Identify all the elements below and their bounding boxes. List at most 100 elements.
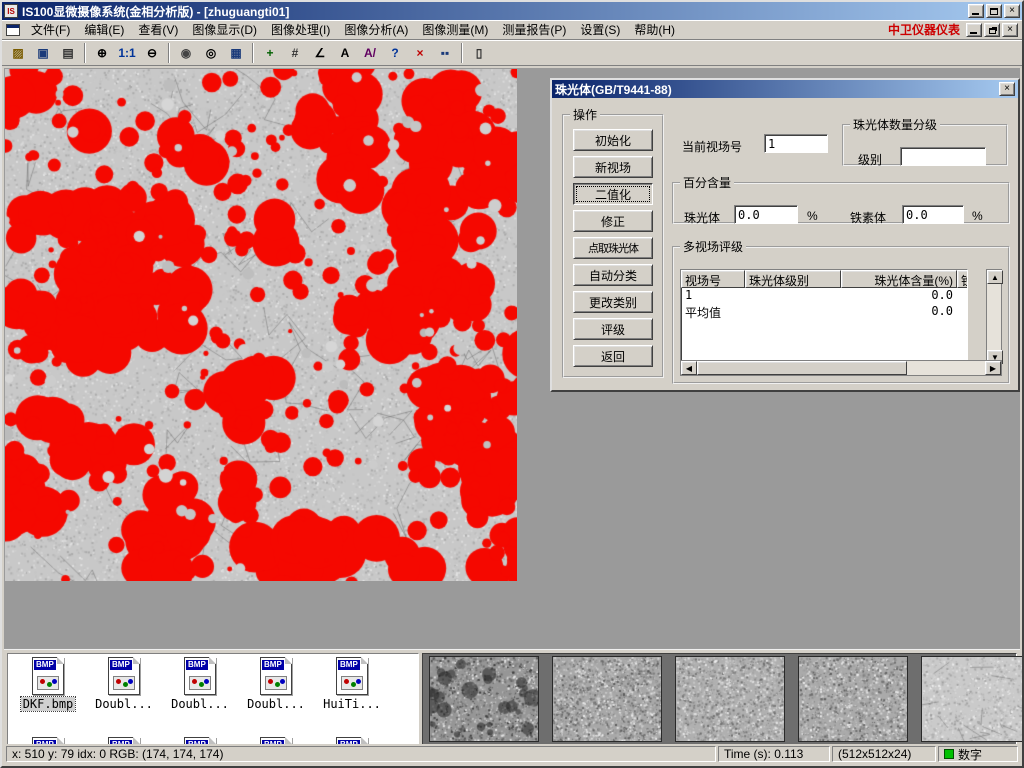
page-fold-icon [209, 657, 216, 664]
child-window-icon[interactable] [6, 24, 20, 36]
op-button[interactable]: 评级 [573, 318, 653, 340]
cut-button[interactable]: × [408, 42, 432, 64]
op-button[interactable]: 修正 [573, 210, 653, 232]
close-icon: × [1009, 6, 1015, 16]
current-field-input[interactable] [764, 134, 828, 153]
title-bar[interactable]: IS IS100显微摄像系统(金相分析版) - [zhuguangti01] × [2, 2, 1022, 20]
mask-button[interactable]: ◉ [174, 42, 198, 64]
thumbnail-art-icon [189, 676, 211, 690]
scrollbar-thumb[interactable] [697, 361, 907, 375]
menu-item[interactable]: 帮助(H) [627, 19, 682, 40]
menu-item[interactable]: 文件(F) [24, 19, 77, 40]
file-item[interactable]: BMP HuiTi... [314, 657, 390, 711]
dialog-title-bar[interactable]: 珠光体(GB/T9441-88) × [552, 80, 1018, 98]
thumbnail[interactable] [921, 656, 1024, 742]
annotate-style-button[interactable]: A/ [358, 42, 382, 64]
close-button[interactable]: × [1004, 4, 1020, 18]
op-button[interactable]: 新视场 [573, 156, 653, 178]
print-button[interactable]: ▤ [56, 42, 80, 64]
table-body: 1 0.0 平均值 0.0 [681, 288, 967, 320]
help-button[interactable]: ? [383, 42, 407, 64]
thumbnail[interactable] [429, 656, 539, 742]
pearlite-label: 珠光体 [684, 209, 720, 226]
rating-table[interactable]: 视场号 珠光体级别 珠光体含量(%) 铁素 1 0.0 平均值 0.0 [680, 269, 968, 365]
page-fold-icon [57, 737, 64, 744]
select-marker-button[interactable]: ▪▪ [433, 42, 457, 64]
save-button[interactable]: ▣ [31, 42, 55, 64]
child-close-button[interactable]: × [1002, 23, 1018, 37]
toolbar-icon: ∠ [315, 47, 326, 59]
metallograph-image[interactable] [5, 69, 517, 581]
cell-field-no: 1 [681, 288, 745, 304]
menu-item[interactable]: 测量报告(P) [495, 19, 573, 40]
column-header-pearlite-percent[interactable]: 珠光体含量(%) [841, 270, 957, 288]
column-header-ferrite[interactable]: 铁素 [957, 270, 968, 288]
cell-pearlite-grade [745, 304, 841, 320]
zoom-out-button[interactable]: ⊖ [140, 42, 164, 64]
column-header-pearlite-grade[interactable]: 珠光体级别 [745, 270, 841, 288]
maximize-button[interactable] [986, 4, 1002, 18]
actual-size-button[interactable]: 1:1 [115, 42, 139, 64]
op-button[interactable]: 自动分类 [573, 264, 653, 286]
close-icon: × [1007, 25, 1013, 35]
table-row[interactable]: 1 0.0 [681, 288, 967, 304]
menu-item[interactable]: 图像分析(A) [337, 19, 415, 40]
menu-item[interactable]: 查看(V) [131, 19, 185, 40]
child-minimize-button[interactable] [966, 23, 982, 37]
scroll-left-button[interactable]: ◀ [681, 361, 697, 375]
grade-group-legend: 珠光体数量分级 [850, 116, 940, 133]
measure-grid-button[interactable]: # [283, 42, 307, 64]
op-button[interactable]: 点取珠光体 [573, 237, 653, 259]
application-window: IS IS100显微摄像系统(金相分析版) - [zhuguangti01] ×… [0, 0, 1024, 768]
open-button[interactable]: ▨ [6, 42, 30, 64]
dialog-close-button[interactable]: × [999, 82, 1015, 96]
file-item[interactable]: BMP Doubl... [162, 657, 238, 711]
table-row[interactable]: 平均值 0.0 [681, 304, 967, 320]
measure-cross-button[interactable]: + [258, 42, 282, 64]
thumbnail[interactable] [552, 656, 662, 742]
pearlite-percent-input[interactable] [734, 205, 798, 224]
op-button[interactable]: 返回 [573, 345, 653, 367]
toolbar-separator [461, 43, 463, 63]
operation-buttons: 初始化新视场二值化修正点取珠光体自动分类更改类别评级返回 [564, 123, 662, 367]
menu-item[interactable]: 图像处理(I) [264, 19, 337, 40]
file-name: DKF.bmp [21, 697, 76, 711]
file-name: Doubl... [245, 697, 307, 711]
file-list[interactable]: BMP DKF.bmp BMP Doubl... BMP Doubl... BM… [7, 653, 419, 745]
annotate-text-button[interactable]: A [333, 42, 357, 64]
capture-button[interactable]: ▦ [224, 42, 248, 64]
op-button[interactable]: 二值化 [573, 183, 653, 205]
ruler-button[interactable]: ▯ [467, 42, 491, 64]
toolbar-icon: ▦ [230, 47, 241, 59]
grade-input[interactable] [900, 147, 986, 166]
menu-item[interactable]: 图像测量(M) [415, 19, 495, 40]
thumbnail[interactable] [798, 656, 908, 742]
right-arrow-icon: ▶ [990, 364, 996, 373]
menu-item[interactable]: 编辑(E) [77, 19, 131, 40]
file-item[interactable]: BMP DKF.bmp [10, 657, 86, 711]
horizontal-scrollbar[interactable]: ◀ ▶ [680, 360, 1002, 376]
op-button[interactable]: 初始化 [573, 129, 653, 151]
minimize-button[interactable] [968, 4, 984, 18]
zoom-in-button[interactable]: ⊕ [90, 42, 114, 64]
child-restore-button[interactable] [984, 23, 1000, 37]
page-fold-icon [57, 657, 64, 664]
dialog-body: 操作 初始化新视场二值化修正点取珠光体自动分类更改类别评级返回 当前视场号 珠光… [552, 98, 1018, 388]
menu-item[interactable]: 设置(S) [573, 19, 627, 40]
image-browser-panel: BMP DKF.bmp BMP Doubl... BMP Doubl... BM… [4, 648, 1020, 748]
file-item[interactable]: BMP Doubl... [238, 657, 314, 711]
vertical-scrollbar[interactable]: ▲ ▼ [986, 269, 1002, 365]
op-button[interactable]: 更改类别 [573, 291, 653, 313]
column-header-field-no[interactable]: 视场号 [681, 270, 745, 288]
camera-button[interactable]: ◎ [199, 42, 223, 64]
toolbar-icon: ▤ [62, 47, 73, 59]
scroll-right-button[interactable]: ▶ [985, 361, 1001, 375]
measure-angle-button[interactable]: ∠ [308, 42, 332, 64]
thumbnail[interactable] [675, 656, 785, 742]
ferrite-percent-input[interactable] [902, 205, 964, 224]
menu-item[interactable]: 图像显示(D) [185, 19, 264, 40]
toolbar-separator [84, 43, 86, 63]
scroll-up-button[interactable]: ▲ [987, 270, 1003, 284]
page-fold-icon [285, 737, 292, 744]
file-item[interactable]: BMP Doubl... [86, 657, 162, 711]
